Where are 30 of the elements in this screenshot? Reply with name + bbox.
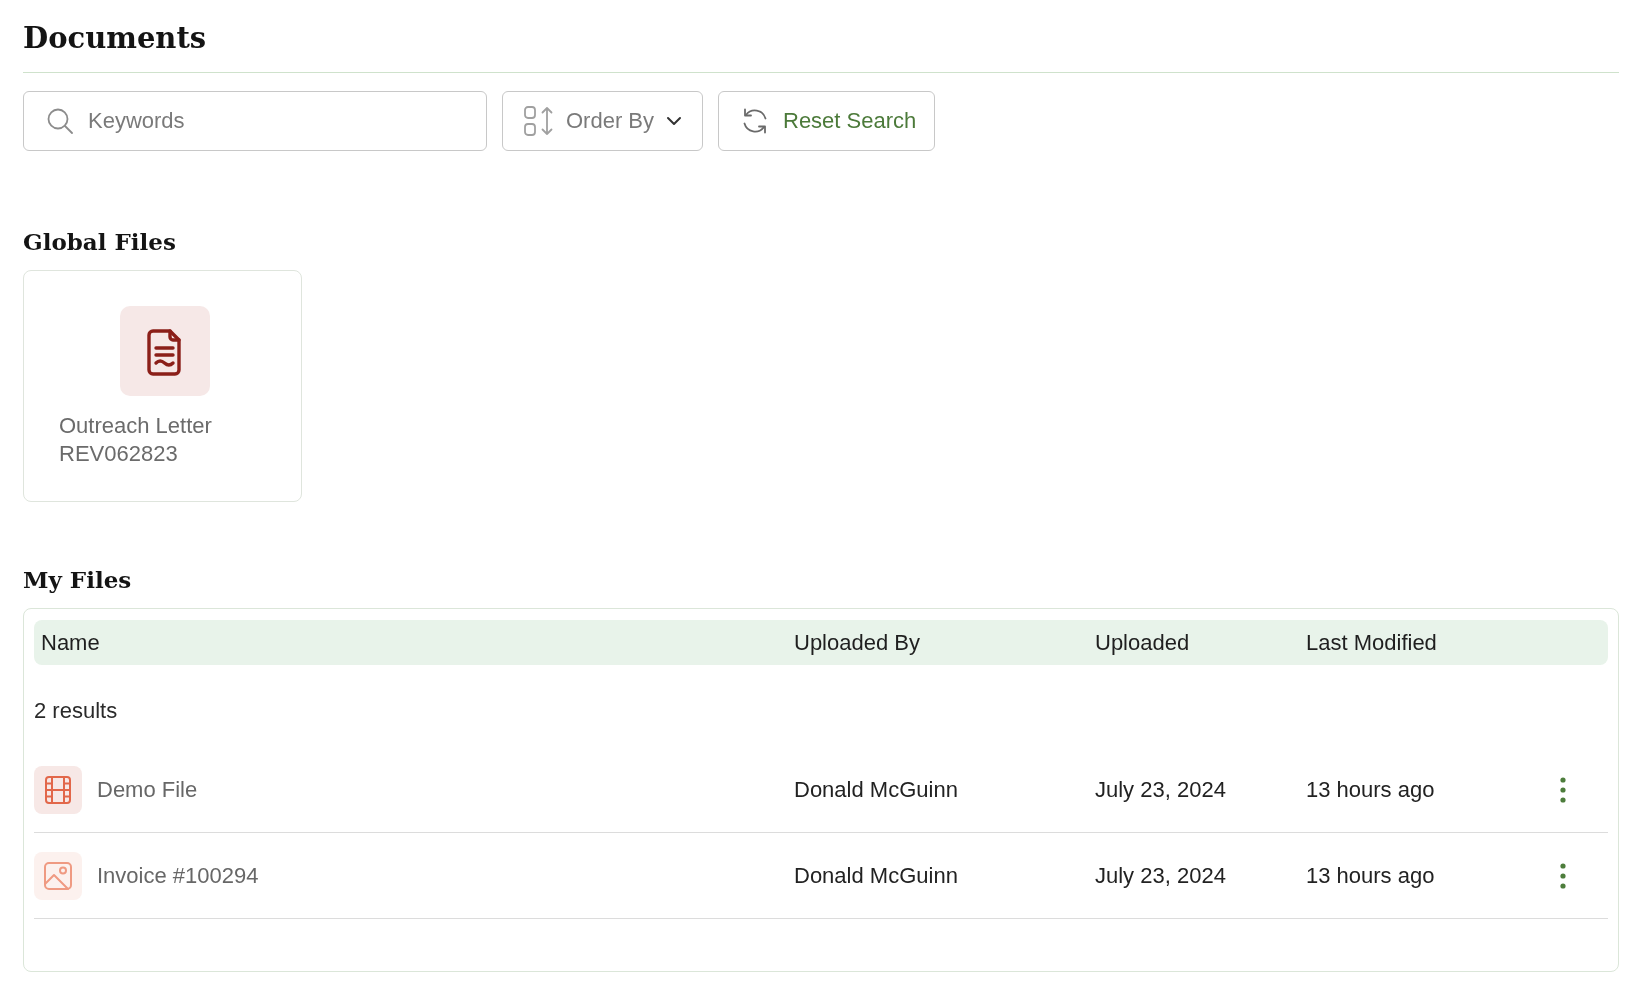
result-count: 2 results (34, 699, 118, 723)
file-name: Outreach Letter REV062823 (59, 412, 213, 468)
film-icon (34, 765, 82, 814)
section-heading: Global Files (23, 227, 176, 257)
file-card[interactable]: Outreach Letter REV062823 (23, 270, 302, 502)
table-cell: Donald McGuinn (794, 862, 958, 889)
table-cell: July 23, 2024 (1095, 862, 1226, 889)
file-name: Invoice #100294 (97, 862, 259, 889)
sort-icon (524, 106, 554, 136)
order-by-button[interactable]: Order By (502, 91, 703, 151)
document-icon (120, 306, 210, 396)
search-icon (47, 108, 73, 134)
file-name: Demo File (97, 776, 198, 803)
search-field[interactable]: Keywords (23, 91, 487, 151)
column-header: Uploaded By (794, 629, 920, 656)
kebab-icon (1559, 775, 1567, 804)
column-header: Last Modified (1306, 629, 1437, 656)
refresh-icon (741, 107, 769, 135)
chevron-down-icon (666, 116, 683, 126)
reset-search-button[interactable]: Reset Search (718, 91, 935, 151)
page-title: Documents (23, 18, 1619, 73)
table-cell: 13 hours ago (1306, 776, 1435, 803)
column-header: Name (41, 629, 100, 656)
table-cell: 13 hours ago (1306, 862, 1435, 889)
table-cell: July 23, 2024 (1095, 776, 1226, 803)
image-icon (34, 851, 82, 900)
column-header: Uploaded (1095, 629, 1190, 656)
section-heading: My Files (23, 565, 132, 595)
kebab-icon (1559, 861, 1567, 890)
table-cell: Donald McGuinn (794, 776, 958, 803)
